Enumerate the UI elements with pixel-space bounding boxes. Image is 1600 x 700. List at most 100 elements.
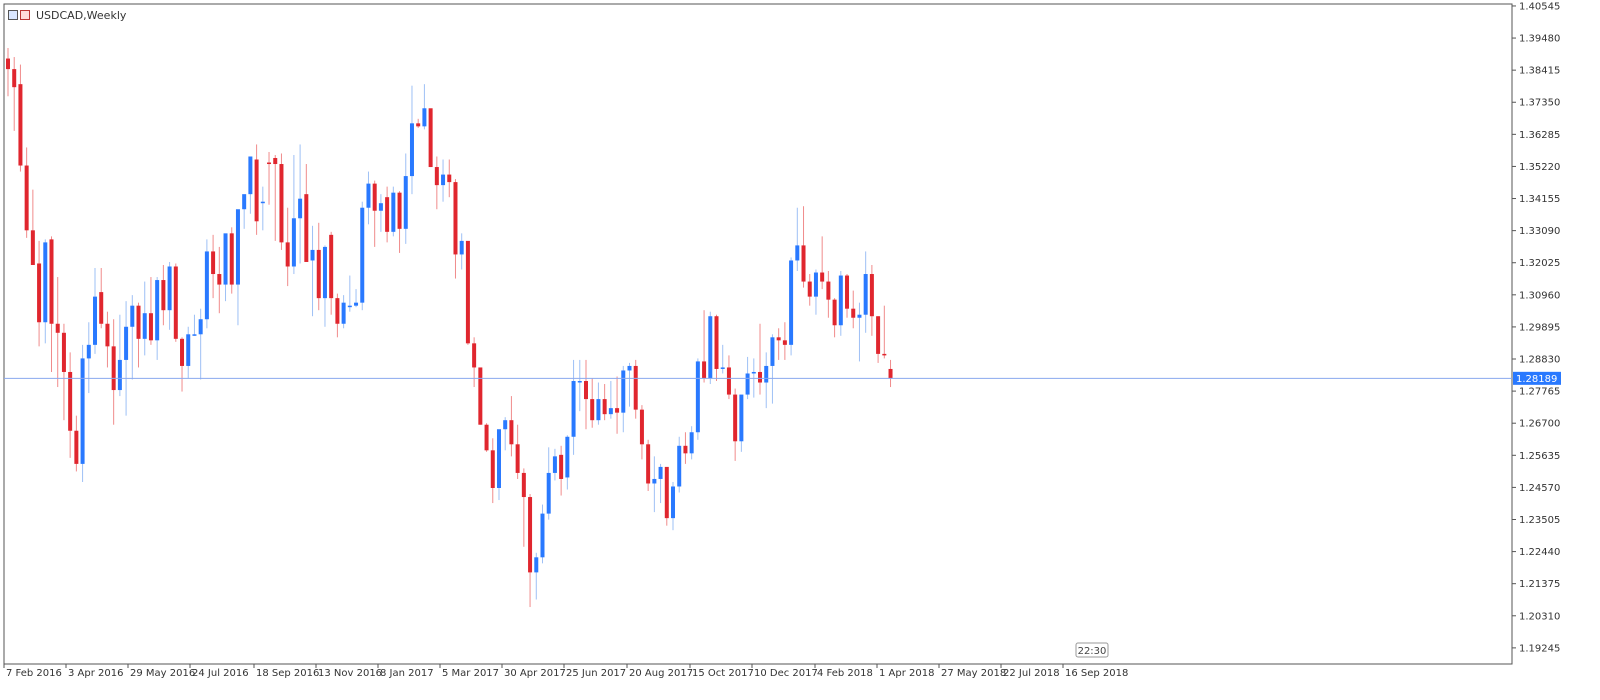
candle-body (80, 358, 85, 464)
chart-window-icon-secondary[interactable] (20, 10, 30, 20)
candle-body (658, 466, 663, 479)
candle-body (273, 158, 278, 165)
chart-title: USDCAD,Weekly (36, 8, 127, 22)
candle-body (484, 424, 489, 451)
candle-body (770, 337, 775, 366)
candle-body (621, 370, 626, 413)
candle-body (534, 557, 539, 573)
price-tick-label: 1.29895 (1519, 322, 1560, 333)
price-tick-label: 1.22440 (1519, 547, 1560, 558)
time-tick-label: 18 Sep 2016 (256, 668, 319, 679)
candle-body (726, 367, 731, 395)
candle-body (24, 165, 29, 231)
candle-body (559, 454, 564, 479)
price-tick-label: 1.33090 (1519, 226, 1560, 237)
candle-body (459, 240, 464, 255)
candle-body (12, 69, 17, 88)
candle-body (378, 203, 383, 211)
time-tick-label: 27 May 2018 (941, 668, 1006, 679)
candle-body (832, 299, 837, 326)
candle-body (173, 266, 178, 339)
candle-body (242, 194, 247, 210)
candle-body (702, 361, 707, 378)
candle-body (291, 218, 296, 267)
price-tick-label: 1.20310 (1519, 611, 1560, 622)
candle-body (782, 340, 787, 345)
candle-body (826, 281, 831, 300)
candle-body (627, 365, 632, 371)
price-tick-label: 1.19245 (1519, 643, 1560, 654)
candle-body (441, 174, 446, 186)
candle-body (217, 274, 222, 285)
candle-body (807, 281, 812, 297)
time-axis: 7 Feb 2016 3 Apr 2016 29 May 201624 Jul 20… (3, 664, 1128, 679)
price-tick-label: 1.35220 (1519, 162, 1560, 173)
time-badge: 22:30 (1075, 642, 1109, 658)
price-tick-label: 1.23505 (1519, 515, 1560, 526)
candle-body (310, 249, 315, 261)
candle-body (764, 365, 769, 383)
candle-body (6, 58, 10, 70)
candle-body (211, 251, 216, 275)
price-tick-label: 1.38415 (1519, 66, 1560, 77)
chart-window[interactable]: 1.40545 1.39480 1.38415 1.37350 1.36285 1.352… (0, 0, 1600, 696)
candle-body (416, 123, 421, 127)
candle-body (304, 194, 309, 262)
price-tick-label: 1.26700 (1519, 419, 1560, 430)
candle-body (105, 323, 110, 347)
time-tick-label: 20 Aug 2017 (629, 668, 693, 679)
candle-body (447, 174, 452, 183)
candle-body (99, 292, 104, 324)
candle-body (124, 326, 129, 360)
candle-body (845, 275, 850, 309)
candle-body (758, 371, 763, 383)
candle-body (167, 266, 172, 311)
candle-body (161, 280, 166, 311)
price-tick-label: 1.40545 (1519, 1, 1560, 12)
time-tick-label: 25 Jun 2017 (566, 668, 626, 679)
price-tick-label: 1.36285 (1519, 130, 1560, 141)
candle-body (496, 429, 501, 488)
candle-body (55, 323, 60, 333)
candle-body (366, 183, 371, 208)
candle-body (515, 444, 520, 473)
candle-body (260, 201, 265, 204)
candle-body (789, 260, 794, 345)
price-axis: 1.40545 1.39480 1.38415 1.37350 1.36285 1.352… (1512, 1, 1560, 654)
candle-body (528, 497, 533, 573)
candle-body (708, 316, 713, 378)
candle-body (720, 367, 725, 369)
time-tick-label: 4 Feb 2018 (817, 668, 873, 679)
time-tick-label: 24 Jul 2016 (192, 668, 249, 679)
candle-body (745, 373, 750, 395)
candle-body (503, 420, 508, 430)
candle-body (490, 450, 495, 488)
candle-body (130, 305, 135, 327)
current-price-label: 1.28189 (1516, 374, 1557, 385)
candle-body (888, 368, 893, 379)
time-tick-label: 1 Apr 2018 (879, 668, 934, 679)
candle-body (155, 280, 160, 341)
price-tick-label: 1.34155 (1519, 194, 1560, 205)
candle-body (876, 316, 881, 354)
candle-body (633, 365, 638, 410)
candle-body (74, 430, 79, 464)
time-tick-label: 10 Dec 2017 (754, 668, 818, 679)
candle-body (478, 367, 483, 425)
candle-body (335, 298, 340, 324)
time-tick-label: 3 Apr 2016 (68, 668, 123, 679)
candle-body (577, 381, 582, 383)
candle-body (863, 274, 868, 315)
candle-body (820, 272, 825, 282)
time-tick-label: 30 Apr 2017 (504, 668, 566, 679)
candle-body (86, 344, 91, 359)
candle-body (341, 302, 346, 324)
time-tick-label: 13 Nov 2016 (318, 668, 382, 679)
candle-body (838, 275, 843, 326)
chart-window-icon[interactable] (8, 10, 18, 20)
candlestick-chart[interactable]: 1.40545 1.39480 1.38415 1.37350 1.36285 1.352… (0, 0, 1600, 696)
candle-body (409, 123, 414, 177)
candle-body (882, 353, 887, 356)
candle-body (646, 444, 651, 484)
price-tick-label: 1.21375 (1519, 579, 1560, 590)
